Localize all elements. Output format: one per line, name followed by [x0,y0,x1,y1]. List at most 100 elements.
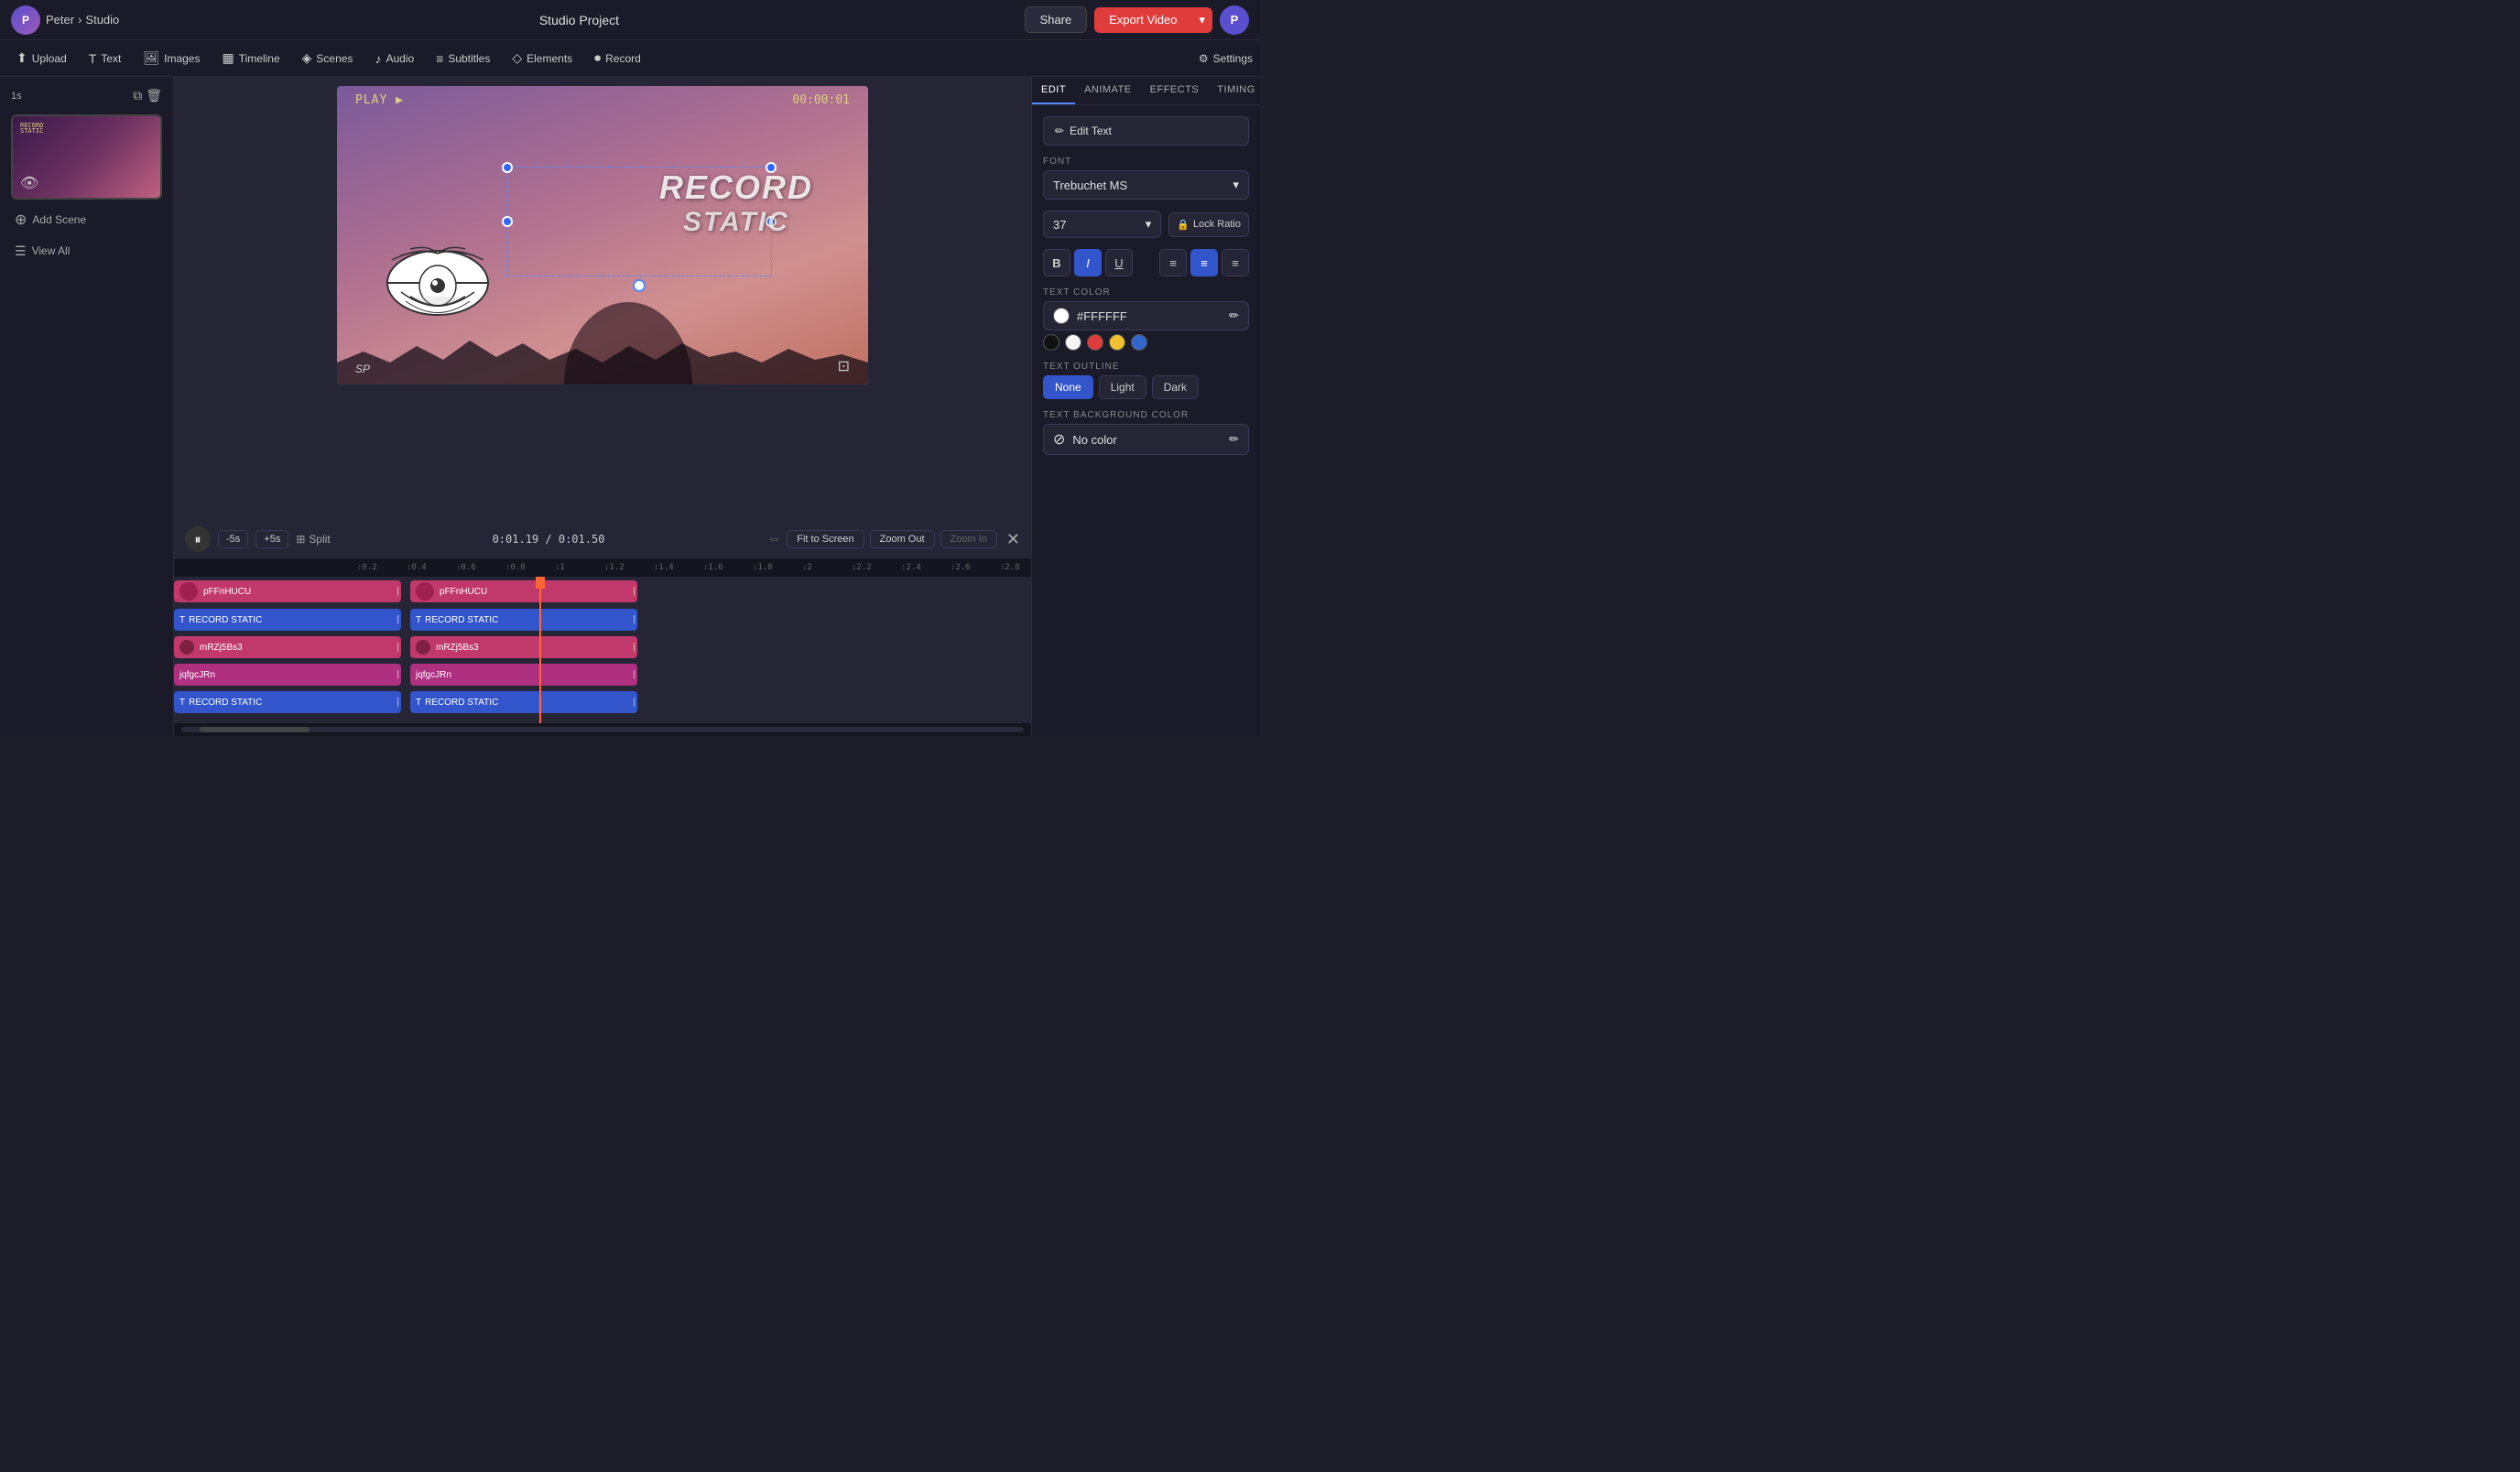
project-title: Studio Project [134,13,1024,27]
color-preset-blue[interactable] [1131,334,1147,351]
duplicate-scene-button[interactable]: ⧉ [133,88,142,103]
chevron-down-icon: ▾ [1146,217,1152,232]
lock-ratio-button[interactable]: 🔒 Lock Ratio [1168,212,1249,237]
ruler-mark: :2.8 [1000,563,1031,572]
clip-text-2b[interactable]: T RECORD STATIC | [410,691,637,713]
align-right-button[interactable]: ≡ [1222,249,1249,276]
breadcrumb: Peter › Studio [46,13,119,27]
outline-dark-button[interactable]: Dark [1152,375,1199,399]
font-selector[interactable]: Trebuchet MS ▾ [1043,170,1249,200]
text-outline-section: TEXT OUTLINE None Light Dark [1043,362,1249,399]
time-display: 0:01.19 / 0:01.50 [493,533,605,546]
color-preset-black[interactable] [1043,334,1059,351]
toolbar-elements[interactable]: ◇ Elements [503,46,581,70]
scrollbar-track [181,727,1024,732]
clip-video-1b[interactable]: pFFnHUCU | [410,580,637,602]
tab-effects[interactable]: EFFECTS [1141,77,1209,104]
clip-sticker-1a[interactable]: mRZj5Bs3 | [174,636,401,658]
color-preset-yellow[interactable] [1109,334,1125,351]
camera-icon: ⊡ [838,357,850,375]
clip-audio-1a[interactable]: jqfgcJRn | [174,664,401,686]
split-button[interactable]: ⊞ Split [296,533,330,546]
toolbar-scenes-label: Scenes [316,52,353,65]
clip-label: pFFnHUCU [203,587,251,597]
close-timeline-button[interactable]: ✕ [1006,530,1020,549]
toolbar-text[interactable]: T Text [80,47,131,70]
scrollbar-thumb[interactable] [200,727,310,732]
user-avatar[interactable]: P [1220,5,1249,35]
clip-audio-1b[interactable]: jqfgcJRn | [410,664,637,686]
clip-label: RECORD STATIC [425,615,498,625]
tab-edit[interactable]: EDIT [1032,77,1075,104]
font-size-selector[interactable]: 37 ▾ [1043,211,1161,238]
color-preset-white[interactable] [1065,334,1081,351]
track-content: pFFnHUCU | pFFnHUCU | [174,577,1031,606]
add-scene-button[interactable]: ⊕ Add Scene [11,207,162,233]
clip-video-1a[interactable]: pFFnHUCU | [174,580,401,602]
logo-icon[interactable]: P [11,5,40,35]
top-bar: P Peter › Studio Studio Project Share Ex… [0,0,1260,40]
bold-button[interactable]: B [1043,249,1070,276]
scene-thumbnail[interactable]: RECORD STATIC 👁 [11,114,162,200]
track-audio-1: jqfgcJRn | jqfgcJRn | [174,661,1031,688]
images-icon: 🖼 [143,50,159,66]
italic-button[interactable]: I [1074,249,1102,276]
toolbar-record[interactable]: ⏺ Record [585,46,650,70]
toolbar-upload[interactable]: ⬆ Upload [7,46,76,70]
clip-text-1b[interactable]: T RECORD STATIC | [410,609,637,631]
ruler-mark: :1.2 [604,563,654,572]
edit-text-button[interactable]: ✏ Edit Text [1043,116,1249,146]
skip-forward-button[interactable]: +5s [255,530,288,548]
color-preset-red[interactable] [1087,334,1103,351]
skip-back-button[interactable]: -5s [218,530,248,548]
align-left-button[interactable]: ≡ [1159,249,1187,276]
zoom-out-button[interactable]: Zoom Out [870,530,935,548]
delete-scene-button[interactable]: 🗑 [146,88,162,103]
clip-text-2a[interactable]: T RECORD STATIC | [174,691,401,713]
playback-controls: ⏸ -5s +5s ⊞ Split 0:01.19 / 0:01.50 ⇔ Fi… [174,521,1031,558]
tab-timing[interactable]: TIMING [1208,77,1265,104]
clip-end-indicator: | [396,615,399,625]
timeline-scrollbar[interactable] [174,723,1031,736]
settings-button[interactable]: ⚙ Settings [1199,52,1253,65]
tab-animate[interactable]: ANIMATE [1075,77,1141,104]
video-text-static: STATIC [659,207,813,238]
clip-text-1a[interactable]: T RECORD STATIC | [174,609,401,631]
video-frame: PLAY ▶ 00:00:01 RECORD STATIC [337,86,868,384]
clip-end-indicator: | [633,698,635,708]
track-sticker-1: mRZj5Bs3 | mRZj5Bs3 | [174,633,1031,661]
fit-to-screen-button[interactable]: Fit to Screen [787,530,864,548]
export-video-button[interactable]: Export Video [1094,7,1191,33]
toolbar-timeline-label: Timeline [239,52,280,65]
right-panel-tabs: EDIT ANIMATE EFFECTS TIMING [1032,77,1260,105]
export-dropdown-button[interactable]: ▾ [1191,7,1212,33]
playhead[interactable] [539,577,541,723]
share-button[interactable]: Share [1025,6,1088,33]
toolbar-timeline[interactable]: ▦ Timeline [212,46,288,70]
text-color-picker[interactable]: #FFFFFF ✏ [1043,301,1249,330]
clip-label: jqfgcJRn [179,670,215,680]
right-panel-content: ✏ Edit Text FONT Trebuchet MS ▾ 37 ▾ 🔒 [1032,105,1260,736]
breadcrumb-separator: › [78,13,81,27]
ruler-mark: :0.4 [407,563,456,572]
text-bg-color-picker[interactable]: ⊘ No color ✏ [1043,424,1249,455]
clip-label: mRZj5Bs3 [200,643,243,653]
clip-sticker-1b[interactable]: mRZj5Bs3 | [410,636,637,658]
no-color-label: No color [1072,433,1116,447]
breadcrumb-workspace: Studio [85,13,119,27]
toolbar-images[interactable]: 🖼 Images [134,46,209,70]
align-center-button[interactable]: ≡ [1190,249,1218,276]
toolbar-audio[interactable]: ♪ Audio [365,47,423,70]
outline-light-button[interactable]: Light [1099,375,1146,399]
outline-none-button[interactable]: None [1043,375,1093,399]
zoom-in-button[interactable]: Zoom In [940,530,997,548]
pause-button[interactable]: ⏸ [185,526,211,552]
toolbar: ⬆ Upload T Text 🖼 Images ▦ Timeline ◈ Sc… [0,40,1260,77]
add-icon: ⊕ [15,211,27,229]
color-hex-value: #FFFFFF [1077,309,1127,323]
text-bg-section: TEXT BACKGROUND COLOR ⊘ No color ✏ [1043,410,1249,455]
toolbar-subtitles[interactable]: ≡ Subtitles [427,47,499,70]
view-all-button[interactable]: ☰ View All [11,240,162,263]
underline-button[interactable]: U [1105,249,1133,276]
toolbar-scenes[interactable]: ◈ Scenes [293,46,363,70]
